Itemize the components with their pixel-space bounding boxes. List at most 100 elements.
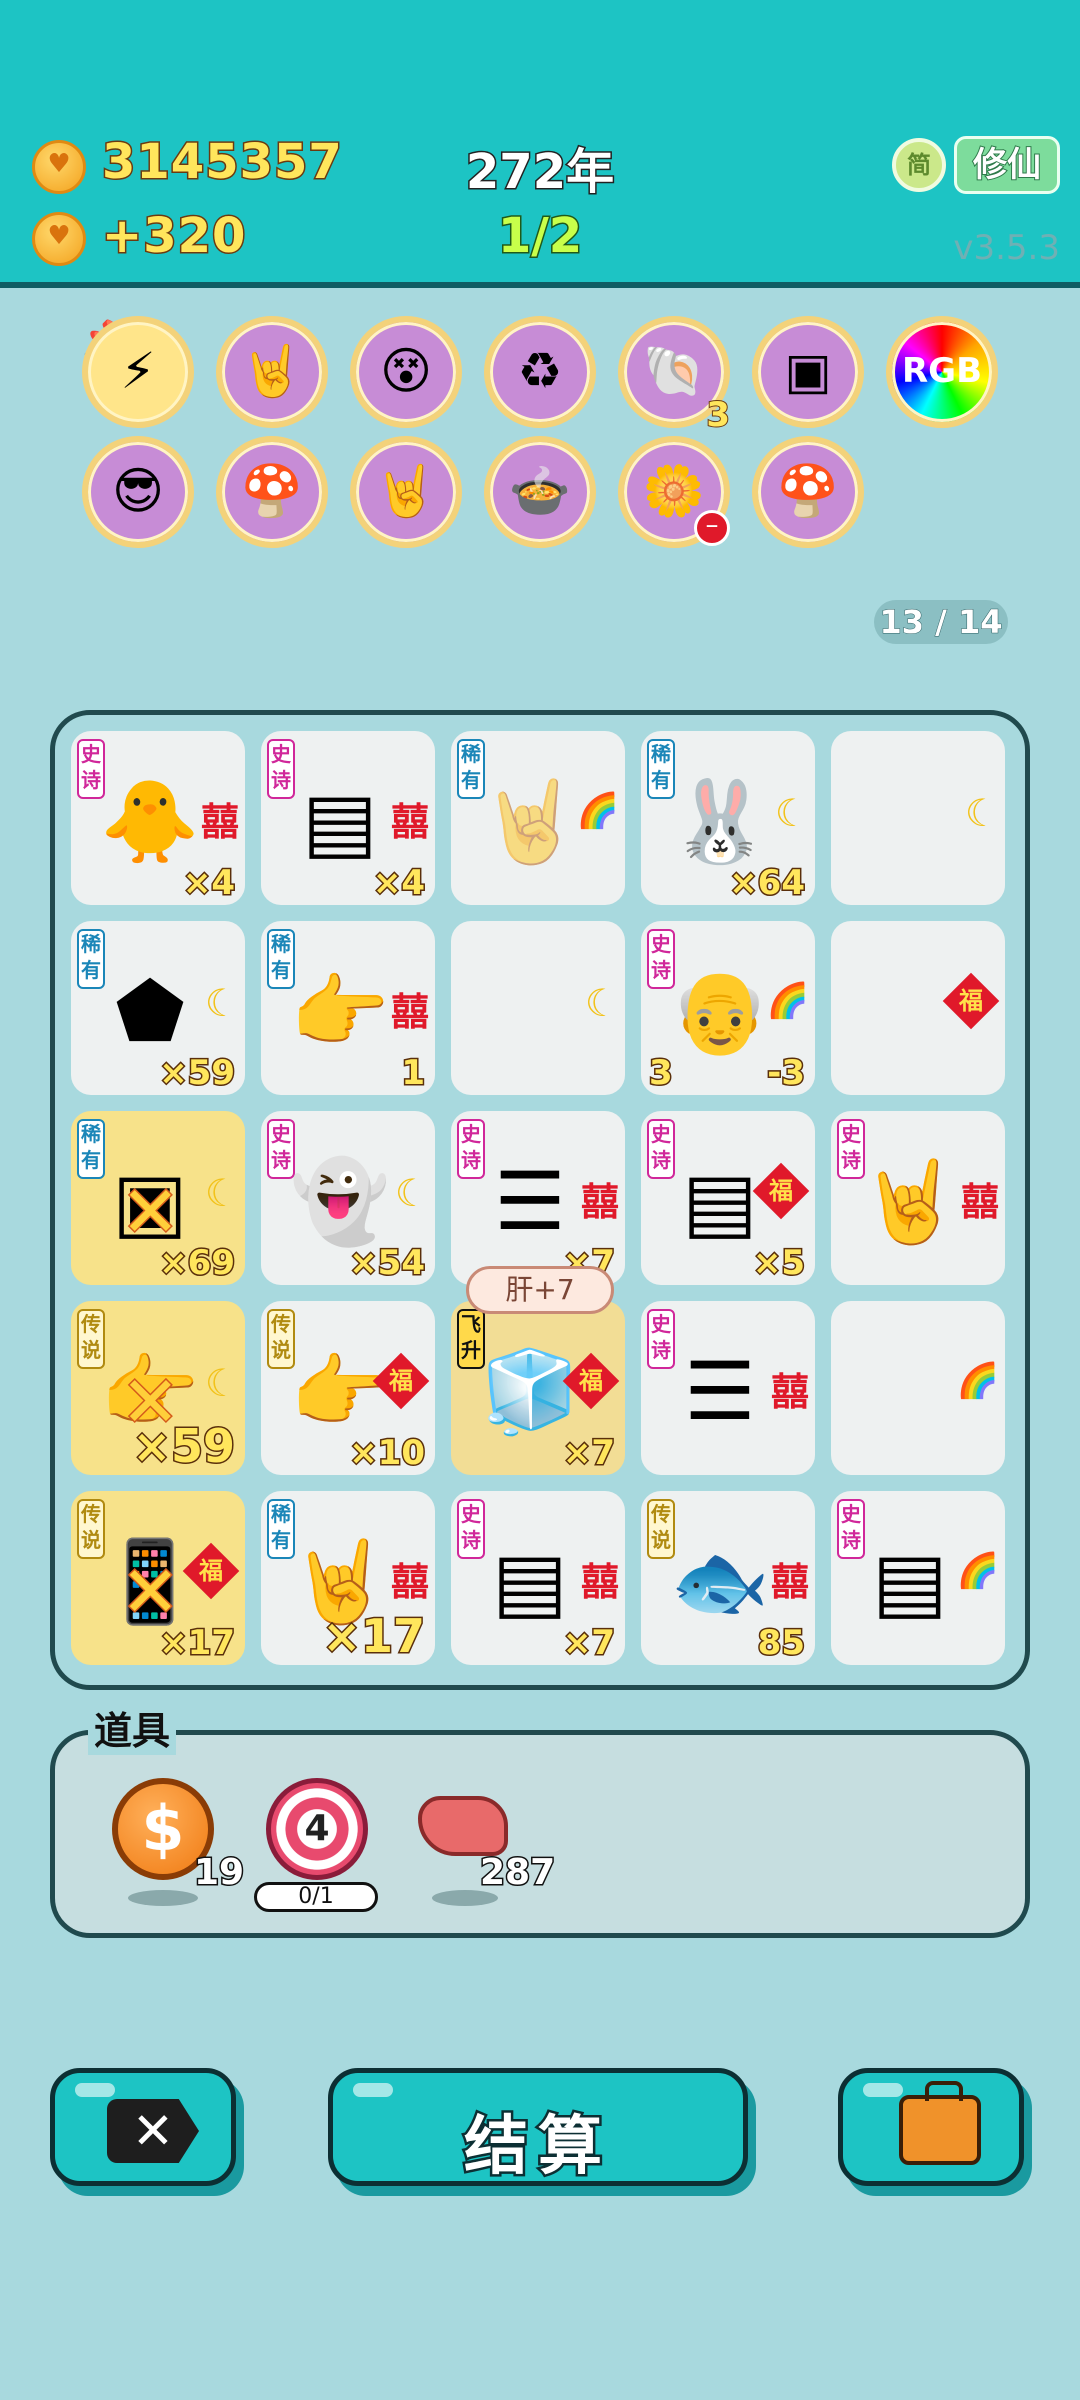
board-cell[interactable]: 史诗 🤘 囍: [831, 1111, 1005, 1285]
year-counter: 272年: [464, 143, 615, 202]
discard-button[interactable]: ✕: [50, 2068, 236, 2186]
recycle-icon[interactable]: ♻: [484, 316, 596, 428]
board-cell[interactable]: 稀有 👉 囍 1: [261, 921, 435, 1095]
double-happiness-icon: 囍: [580, 1560, 619, 1604]
liver-icon[interactable]: [418, 1796, 508, 1856]
rock-hand-icon[interactable]: 🤘: [350, 436, 462, 548]
board-cell[interactable]: 传说 👉 福 ×10: [261, 1301, 435, 1475]
board-cell[interactable]: 史诗 👴 🌈 -3 3: [641, 921, 815, 1095]
briefcase-icon: [899, 2081, 981, 2165]
board-cell[interactable]: 传说 👉 ✕ ☾ ×59: [71, 1301, 245, 1475]
board-cell[interactable]: 稀有 🤘 🌈: [451, 731, 625, 905]
rgb-glyph: RGB: [901, 351, 982, 391]
board-cell[interactable]: 史诗 🐥 囍 ×4: [71, 731, 245, 905]
board-cell[interactable]: 🌈: [831, 1301, 1005, 1475]
board-cell[interactable]: 传说 📱 ✕ 福 ×17: [71, 1491, 245, 1665]
fu-label: 福: [959, 987, 983, 1015]
old-man-face-icon: 👴: [670, 965, 770, 1058]
rainbow-icon: 🌈: [956, 1361, 999, 1401]
server-rack-icon: ☰: [494, 1155, 566, 1248]
potted-flower-icon[interactable]: 🌼 –: [618, 436, 730, 548]
mushroom-cloud-glyph: 🍄: [240, 462, 304, 520]
simplified-toggle-button[interactable]: 简: [892, 138, 946, 192]
mushroom-cloud-glyph: 🍄: [776, 462, 840, 520]
inventory-button[interactable]: [838, 2068, 1024, 2186]
rice-cooker-icon[interactable]: 🍲: [484, 436, 596, 548]
moon-icon: ☾: [204, 1361, 239, 1405]
target-icon[interactable]: 4: [266, 1778, 368, 1880]
page-counter: 13 / 14: [874, 600, 1008, 644]
double-happiness-icon: 囍: [770, 1370, 809, 1414]
gold-ingot-icon: ⬟: [115, 965, 185, 1058]
board-cell[interactable]: 稀有 ▣ ✕ ☾ ×69: [71, 1111, 245, 1285]
board-cell[interactable]: 稀有 🤘 囍 ×17: [261, 1491, 435, 1665]
moon-icon: ☾: [394, 1171, 429, 1215]
board-cell[interactable]: 史诗 ▤ 囍 ×7: [451, 1491, 625, 1665]
mushroom-cloud-icon[interactable]: 🍄: [216, 436, 328, 548]
board-cell[interactable]: 传说 🐟 囍 85: [641, 1491, 815, 1665]
moon-icon: ☾: [204, 1171, 239, 1215]
board-cell[interactable]: 史诗 ▤ 🌈: [831, 1491, 1005, 1665]
board-cell[interactable]: ☾: [451, 921, 625, 1095]
double-happiness-icon: 囍: [390, 990, 429, 1034]
fu-label: 福: [769, 1177, 793, 1205]
board-cell[interactable]: ☾: [831, 731, 1005, 905]
board-cell[interactable]: 史诗 ☰ 囍 ×7: [451, 1111, 625, 1285]
double-happiness-icon: 囍: [770, 1560, 809, 1604]
left-counter: 3: [648, 1052, 675, 1095]
double-happiness-icon: 囍: [200, 800, 239, 844]
shell-icon[interactable]: 🐚 3: [618, 316, 731, 433]
confused-face-icon[interactable]: 😵: [350, 316, 462, 428]
cool-peach-icon[interactable]: 😎: [82, 436, 194, 548]
round-counter: 1/2: [496, 207, 583, 266]
fu-label: 福: [389, 1367, 413, 1395]
stack-count: ×59: [131, 1418, 237, 1475]
board-cell[interactable]: 稀有 🐰 ☾ ×64: [641, 731, 815, 905]
board-cell[interactable]: 史诗 ▤ 囍 ×4: [261, 731, 435, 905]
board-cell[interactable]: 稀有 ⬟ ☾ ×59: [71, 921, 245, 1095]
graphics-card-icon: ▤: [682, 1155, 758, 1248]
moon-icon: ☾: [964, 791, 999, 835]
pointing-hand-icon: 👉: [290, 965, 390, 1058]
cultivation-mode-button[interactable]: 修仙: [954, 136, 1060, 194]
props-title: 道具: [88, 1700, 177, 1755]
backspace-icon: ✕: [107, 2099, 199, 2163]
server-rack-icon: ☰: [684, 1345, 756, 1438]
double-happiness-icon: 囍: [390, 800, 429, 844]
slot-board: 史诗 🐥 囍 ×4 史诗 ▤ 囍 ×4 稀有 🤘 🌈 稀有 🐰 ☾ ×64 ☾ 稀有 ⬟ ☾ ×59 稀有 👉 囍 1 ☾ 史诗 👴…: [50, 710, 1030, 1690]
cpu-chip-icon[interactable]: ▣: [752, 316, 864, 428]
mushroom-cloud-icon[interactable]: 🍄: [752, 436, 864, 548]
graphics-card-ghost-icon: 🤘: [480, 775, 580, 868]
stack-count: ×64: [728, 862, 807, 905]
moon-icon: ☾: [204, 981, 239, 1025]
lightning-icon[interactable]: ⚡: [82, 316, 194, 428]
disabled-x-icon: ✕: [120, 1170, 182, 1255]
remove-minus-icon[interactable]: –: [694, 510, 730, 546]
graphics-card-icon: ▤: [872, 1535, 948, 1628]
potted-flower-glyph: 🌼: [642, 462, 706, 520]
settle-button[interactable]: 结算: [328, 2068, 748, 2187]
board-cell[interactable]: 福: [831, 921, 1005, 1095]
koi-fish-icon: 🐟: [670, 1535, 770, 1628]
cpu-chip-glyph: ▣: [784, 342, 832, 400]
board-cell[interactable]: 史诗 ☰ 囍: [641, 1301, 815, 1475]
confused-face-glyph: 😵: [379, 342, 433, 400]
gold-coin-icon: [32, 140, 86, 194]
board-cell[interactable]: 史诗 👻 ☾ ×54: [261, 1111, 435, 1285]
income-amount: +320: [100, 207, 247, 266]
rock-hand-icon: 🤘: [860, 1155, 960, 1248]
rainbow-icon: 🌈: [766, 981, 809, 1021]
board-cell[interactable]: 史诗 ▤ 福 ×5: [641, 1111, 815, 1285]
rgb-icon[interactable]: RGB: [886, 316, 998, 428]
ghost-icon: 👻: [290, 1155, 390, 1248]
rock-hand-glyph: 🤘: [374, 462, 438, 520]
board-cell[interactable]: 飞升 🧊 福 ×7: [451, 1301, 625, 1475]
rock-hand-glyph: 🤘: [240, 342, 304, 400]
fu-diamond-icon: 福: [942, 972, 1000, 1030]
income-coin-icon: [32, 212, 86, 266]
chick-face-icon: 🐥: [100, 775, 200, 868]
stack-count: 1: [400, 1052, 427, 1095]
rock-hand-icon[interactable]: 🤘: [216, 316, 328, 428]
disabled-x-icon: ✕: [120, 1550, 182, 1635]
target-number: 4: [304, 1808, 330, 1849]
